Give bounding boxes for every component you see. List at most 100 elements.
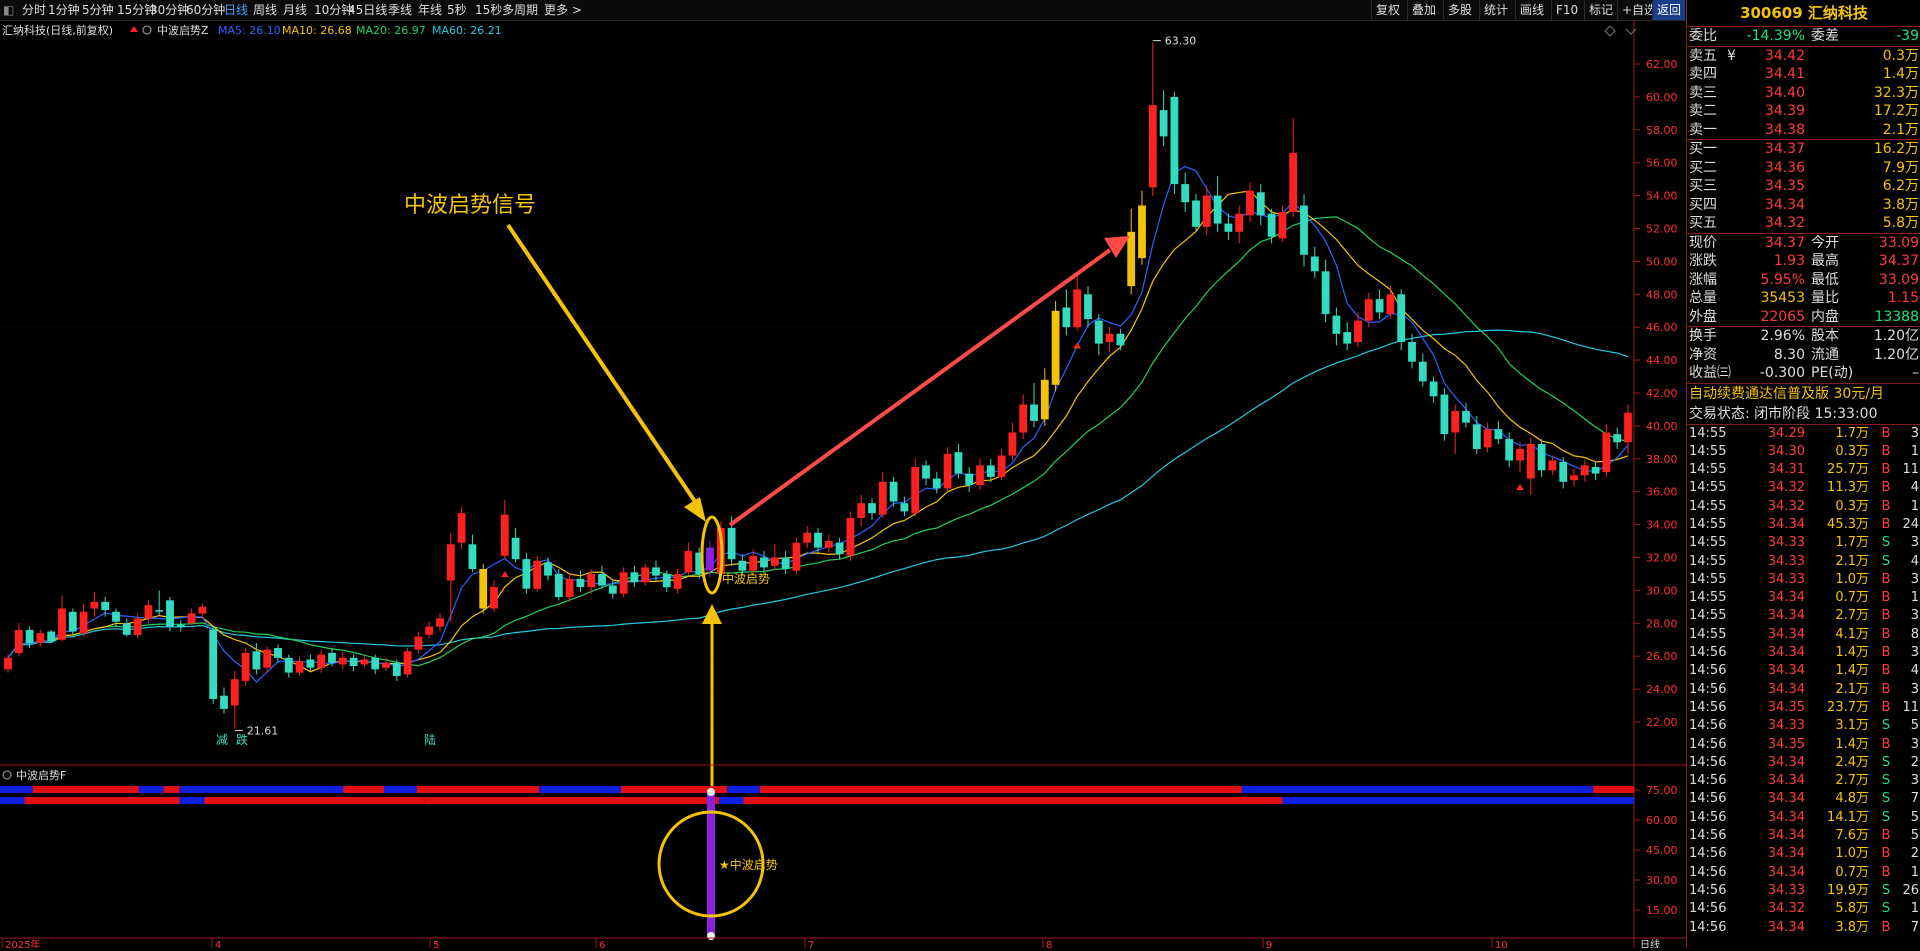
stat-value-2: 1.15	[1887, 290, 1919, 306]
tick-trades-list[interactable]: 14:55 34.29 1.7万 B 3 14:55 34.30 0.3万 B 1 14:55 34.…	[1687, 425, 1920, 937]
ma10-line	[7, 190, 1629, 673]
candle-body	[101, 601, 110, 611]
period-tab-11[interactable]: 季线	[388, 0, 412, 20]
period-tab-6[interactable]: 日线	[224, 0, 248, 20]
candle-body	[997, 455, 1006, 477]
candle-body	[1073, 289, 1082, 328]
stat-value-2: 33.09	[1878, 271, 1919, 288]
candle-body	[1354, 320, 1362, 342]
toolbar-button-6[interactable]: 标记	[1584, 0, 1617, 20]
candle-body	[220, 695, 228, 709]
bid-price: 34.37	[1764, 141, 1805, 157]
trade-volume: 0.7万	[1835, 590, 1869, 606]
price-tick-label: 48.00	[1646, 288, 1678, 301]
trade-row: 14:56 34.34 2.7万 S 3	[1687, 772, 1920, 790]
period-tab-7[interactable]: 周线	[253, 0, 277, 20]
trade-count: 1	[1910, 864, 1919, 880]
buy-arrow-icon	[1073, 342, 1082, 349]
trade-direction: B	[1881, 480, 1891, 496]
period-toolbar: ◧ 分时 1分钟 5分钟 15分钟 30分钟 60分钟 日线 周线 月线 10分钟 45日线 季线 年线 5…	[0, 0, 1686, 21]
trade-time: 14:56	[1689, 919, 1727, 935]
trade-count: 24	[1902, 516, 1919, 532]
candle-body	[824, 541, 833, 548]
indicator-toggle-icon[interactable]	[142, 25, 152, 35]
bid-label: 买五	[1689, 215, 1717, 231]
candle-body	[1116, 333, 1125, 346]
period-tab-8[interactable]: 月线	[283, 0, 307, 20]
period-tab-5[interactable]: 60分钟	[186, 0, 225, 20]
ask-label: 卖三	[1689, 84, 1717, 101]
fundamental-stats: 换手 2.96% 股本 1.20亿 净资 8.30 流通 1.20亿 收益㈢ -0.300 PE(动…	[1687, 326, 1920, 383]
back-button[interactable]: 返回	[1652, 0, 1686, 20]
trade-volume: 19.9万	[1827, 882, 1869, 898]
candle-body	[1062, 307, 1071, 328]
ask-label: 卖五	[1689, 47, 1717, 64]
bid-price: 34.35	[1764, 178, 1805, 194]
candle-body	[263, 649, 272, 668]
price-tick-label: 60.00	[1646, 91, 1678, 104]
candle-body	[1429, 381, 1438, 397]
trade-price: 34.30	[1767, 443, 1805, 459]
trade-time: 14:55	[1689, 462, 1727, 478]
ma-label-0: MA5: 26.10	[218, 24, 281, 37]
trade-time: 14:56	[1689, 846, 1727, 862]
candle-body	[1084, 294, 1092, 319]
trade-price: 34.33	[1767, 718, 1805, 734]
period-tab-12[interactable]: 年线	[418, 0, 442, 20]
candle-body	[619, 572, 628, 594]
sub-pointer-head	[702, 604, 722, 624]
candle-body	[338, 657, 347, 665]
signal-marker-label: 中波启势	[722, 571, 770, 586]
ad-banner[interactable]: 自动续费通达信普及版 30元/月	[1687, 382, 1920, 404]
period-tab-2[interactable]: 5分钟	[82, 0, 114, 20]
period-tab-4[interactable]: 30分钟	[150, 0, 189, 20]
trade-count: 4	[1910, 663, 1919, 679]
trade-time: 14:56	[1689, 773, 1727, 789]
sub-panel-toggle-icon[interactable]	[2, 770, 12, 780]
period-tab-0[interactable]: 分时	[22, 0, 46, 20]
kline-chart-svg[interactable]: 62.00 60.00 58.00 56.00 54.00 52.00 50.00 48.00…	[0, 20, 1686, 951]
toolbar-button-2[interactable]: 多股	[1443, 0, 1476, 20]
price-tick-label: 44.00	[1646, 354, 1678, 367]
candle-body	[468, 544, 477, 569]
trade-direction: B	[1881, 498, 1891, 514]
candle-body	[479, 569, 488, 609]
period-tab-10[interactable]: 45日线	[348, 0, 387, 20]
currency-icon[interactable]: ¥	[1727, 47, 1736, 66]
candle-body	[857, 503, 866, 518]
period-tab-13[interactable]: 5秒	[447, 0, 467, 20]
period-tab-14[interactable]: 15秒	[475, 0, 502, 20]
fund-label: 净资	[1689, 346, 1717, 363]
trade-price: 34.35	[1767, 699, 1805, 715]
toolbar-button-1[interactable]: 叠加	[1407, 0, 1440, 20]
toolbar-button-4[interactable]: 画线	[1515, 0, 1548, 20]
toolbar-button-5[interactable]: F10	[1551, 0, 1582, 20]
trade-time: 14:56	[1689, 736, 1727, 752]
fund-label-2: 股本	[1811, 328, 1839, 344]
kline-chart-area[interactable]: 62.00 60.00 58.00 56.00 54.00 52.00 50.00 48.00…	[0, 20, 1686, 951]
period-tab-15[interactable]: 多周期	[502, 0, 538, 20]
candle-body	[554, 574, 563, 597]
candle-body	[317, 654, 326, 668]
trade-row: 14:55 34.34 2.7万 B 3	[1687, 607, 1920, 625]
trade-direction: B	[1881, 571, 1891, 587]
candle-body	[1192, 200, 1200, 227]
sub-panel-title: 中波启势F	[16, 769, 66, 782]
trade-time: 14:55	[1689, 516, 1727, 532]
ask-price: 34.38	[1764, 121, 1805, 138]
toolbar-button-3[interactable]: 统计	[1479, 0, 1512, 20]
trade-direction: B	[1881, 516, 1891, 532]
toolbar-menu-icon[interactable]: ◧	[3, 0, 14, 20]
signal-band-a	[1241, 786, 1594, 793]
period-label: 日线	[1640, 938, 1660, 948]
date-label: 8	[1046, 940, 1052, 948]
candle-body	[1462, 411, 1470, 423]
period-tab-1[interactable]: 1分钟	[48, 0, 80, 20]
candle-body	[1138, 205, 1146, 259]
price-tick-label: 42.00	[1646, 387, 1678, 400]
diamond-icon[interactable]	[1604, 25, 1616, 37]
toolbar-button-0[interactable]: 复权	[1371, 0, 1404, 20]
stat-label-2: 内盘	[1811, 308, 1839, 325]
signal-band-a	[1593, 786, 1634, 793]
period-tab-16[interactable]: 更多 >	[544, 0, 582, 20]
